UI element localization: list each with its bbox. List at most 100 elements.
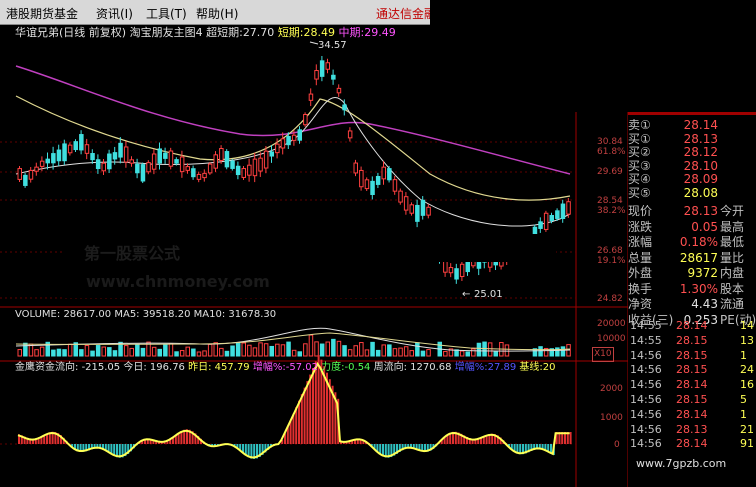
super-short-label: 超短期:: [206, 26, 243, 39]
stat-value: 4.43: [691, 297, 718, 311]
flow-amp-label: 增幅%:: [252, 362, 286, 373]
quote-label: 买⑤: [628, 185, 651, 200]
top-right-blank: [430, 0, 756, 112]
volume-label: VOLUME:: [15, 309, 61, 320]
tick-volume: 5: [740, 393, 747, 406]
high-annotation: 34.57: [318, 40, 347, 51]
flow-axis-label-1: 2000: [600, 384, 623, 394]
price-label-7: 19.1%: [597, 256, 626, 266]
stat-value: 0.05: [691, 219, 718, 234]
price-label-8: 24.82: [597, 294, 623, 304]
stat-row: 换手 1.30% 股本: [628, 281, 756, 297]
menu-item-news[interactable]: 资讯(I): [96, 5, 133, 22]
menu-item-hk-futures[interactable]: 港股期货基金: [6, 5, 78, 22]
mid-label: 中期:: [338, 26, 365, 39]
tick-volume: 24: [740, 363, 754, 377]
flow-title-value: -215.05: [81, 362, 121, 373]
tick-price: 28.15: [676, 333, 708, 347]
tick-time: 14:56: [630, 393, 662, 406]
tick-volume: 21: [740, 422, 754, 436]
watermark-url: www.chnmoney.com: [86, 272, 270, 291]
flow-base-label: 基线:: [519, 362, 543, 373]
menu-item-tools[interactable]: 工具(T): [146, 5, 187, 22]
menu-item-help[interactable]: 帮助(H): [196, 5, 238, 22]
stat-right-label: 内盘: [720, 266, 745, 280]
tick-time: 14:55: [630, 333, 662, 347]
stat-row: 总量 28617 量比: [628, 250, 756, 266]
flow-yesterday-value: 457.79: [214, 362, 250, 373]
stat-row: 涨幅 0.18% 最低: [628, 234, 756, 250]
flow-axis-label-2: 1000: [600, 413, 623, 423]
tick-time: 14:56: [630, 422, 662, 436]
tick-row: 14:56 28.13 21: [628, 423, 756, 436]
stat-row: 涨跌 0.05 最高: [628, 219, 756, 235]
app-title: 通达信金融: [376, 7, 437, 21]
tick-price: 28.14: [676, 407, 708, 421]
quote-row: 买⑤ 28.08: [628, 185, 756, 201]
flow-week-value: 1270.68: [410, 362, 452, 373]
stat-right-label: 最高: [720, 219, 745, 234]
tick-price: 28.13: [676, 422, 708, 436]
flow-week-label: 周流向:: [373, 362, 407, 373]
stat-label: 换手: [628, 281, 653, 296]
tick-volume: 14: [740, 319, 754, 332]
tick-price: 28.15: [676, 363, 708, 377]
footer-watermark: www.7gpzb.com: [636, 457, 727, 470]
tick-volume: 1: [740, 407, 747, 421]
low-annotation: 25.01: [474, 289, 503, 300]
tick-price: 28.14: [676, 378, 708, 392]
indicator-name: 淘宝朋友主图4: [129, 26, 203, 39]
volume-axis-label-1: 20000: [597, 319, 626, 329]
quote-value: 28.08: [683, 185, 718, 200]
tick-row: 14:56 28.14 16: [628, 378, 756, 391]
volume-ma10-label: MA10:: [193, 309, 226, 320]
tick-row: 14:55 28.14 14: [628, 319, 756, 332]
tick-row: 14:55 28.15 13: [628, 334, 756, 347]
flow-header: 金鹰资金流向: -215.05 今日: 196.76 昨日: 457.79 增幅…: [15, 361, 556, 374]
flow-today-value: 196.76: [149, 362, 185, 373]
tick-volume: 13: [740, 333, 754, 347]
flow-amp-value: -57.02: [285, 362, 318, 373]
stat-row: 现价 28.13 今开: [628, 203, 756, 219]
volume-ma10-value: 31678.30: [228, 309, 277, 320]
volume-value: 28617.00: [63, 309, 112, 320]
flow-yesterday-label: 昨日:: [188, 362, 212, 373]
low-arrow-icon: ←: [462, 289, 470, 300]
tick-time: 14:56: [630, 407, 662, 421]
flow-amp2-label: 增幅%:: [454, 362, 488, 373]
stat-label: 现价: [628, 204, 653, 218]
flow-amp2-value: 27.89: [487, 362, 517, 373]
stat-label: 涨跌: [628, 219, 653, 234]
volume-ma5-label: MA5:: [114, 309, 140, 320]
tick-time: 14:56: [630, 363, 662, 377]
stat-right-label: 量比: [720, 250, 745, 265]
quote-panel-top-border: [628, 112, 756, 115]
short-label: 短期:: [277, 26, 304, 39]
tick-row: 14:56 28.15 1: [628, 349, 756, 362]
tick-time: 14:56: [630, 378, 662, 392]
menu-bar: 港股期货基金 资讯(I) 工具(T) 帮助(H) 通达信金融: [0, 0, 436, 25]
stat-right-label: 最低: [720, 235, 745, 249]
stat-value: 28.13: [683, 204, 718, 218]
tick-price: 28.14: [676, 319, 708, 332]
flow-force-value: -0.54: [344, 362, 371, 373]
tick-row: 14:56 28.15 24: [628, 363, 756, 376]
stat-value: 28617: [679, 250, 718, 265]
volume-bars: [17, 334, 571, 357]
stat-value: 1.30%: [679, 281, 718, 296]
tick-price: 28.14: [676, 437, 708, 451]
stat-row: 外盘 9372 内盘: [628, 265, 756, 281]
tick-time: 14:56: [630, 348, 662, 362]
flow-title: 金鹰资金流向:: [15, 362, 79, 373]
flow-base-value: 20: [542, 362, 556, 373]
tick-volume: 16: [740, 378, 754, 392]
chart-header: 华谊兄弟(日线 前复权) 淘宝朋友主图4 超短期:27.70 短期:28.49 …: [15, 26, 396, 39]
tick-time: 14:55: [630, 319, 662, 332]
stat-value: 9372: [687, 266, 718, 280]
stat-row: 净资 4.43 流通: [628, 296, 756, 312]
mid-value: 29.49: [364, 26, 396, 39]
tick-time: 14:56: [630, 437, 662, 451]
watermark-box-right: [380, 234, 556, 262]
stat-value: 0.18%: [679, 235, 718, 249]
stat-right-label: 股本: [720, 281, 745, 296]
